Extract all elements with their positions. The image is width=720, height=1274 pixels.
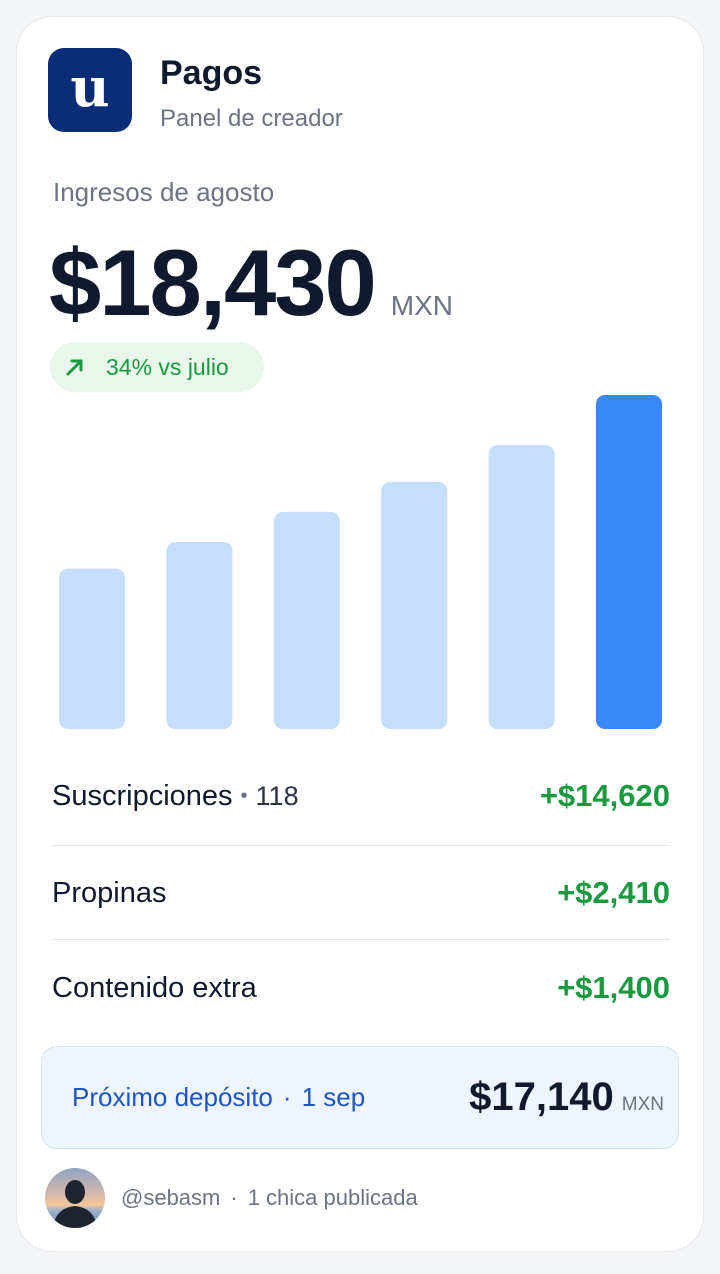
footer-text: @sebasm · 1 chica publicada	[121, 1185, 418, 1211]
chart-bar-2	[166, 541, 233, 729]
breakdown-name: Propinas	[52, 876, 167, 909]
breakdown-row-contenido-extra[interactable]: Contenido extra +$1,400	[52, 941, 670, 1035]
chart-bar-3	[273, 511, 340, 729]
earnings-bar-chart	[59, 395, 662, 729]
breakdown-row-suscripciones[interactable]: Suscripciones • 118 +$14,620	[52, 749, 670, 843]
chart-bar-6	[596, 395, 662, 729]
total-amount: $18,430	[49, 230, 377, 335]
change-badge: 34% vs julio	[50, 342, 264, 392]
app-subtitle: Panel de creador	[160, 105, 343, 132]
chart-bar-4	[381, 481, 448, 729]
breakdown-amount: +$14,620	[539, 778, 670, 813]
app-logo: u	[48, 48, 132, 132]
separator-dot: •	[240, 785, 248, 808]
deposit-amount: $17,140	[469, 1075, 614, 1119]
change-text: 34% vs julio	[106, 353, 229, 380]
breakdown-row-propinas[interactable]: Propinas +$2,410	[52, 846, 670, 940]
breakdown-count: 118	[255, 780, 299, 811]
avatar-image	[45, 1168, 105, 1228]
total-amount-row: $18,430 MXN	[49, 229, 453, 337]
deposit-currency: MXN	[621, 1094, 664, 1115]
avatar[interactable]	[45, 1168, 105, 1228]
creator-handle: @sebasm	[121, 1185, 221, 1210]
chart-bar-1	[59, 568, 125, 729]
logo-letter: u	[70, 55, 110, 119]
breakdown-amount: +$2,410	[557, 875, 670, 910]
separator-dot: ·	[230, 1185, 238, 1210]
breakdown-name: Contenido extra	[52, 971, 257, 1004]
earnings-card: u Pagos Panel de creador Ingresos de ago…	[16, 16, 704, 1252]
breakdown-amount: +$1,400	[557, 970, 670, 1005]
total-currency: MXN	[390, 290, 454, 321]
footer-note: 1 chica publicada	[247, 1185, 418, 1210]
deposit-date: 1 sep	[301, 1082, 366, 1112]
divider	[52, 939, 670, 940]
period-label: Ingresos de agosto	[53, 177, 275, 207]
arrow-up-right-icon	[66, 359, 83, 376]
breakdown-name: Suscripciones	[52, 779, 233, 812]
deposit-label: Próximo depósito	[72, 1082, 273, 1112]
chart-bar-5	[488, 445, 555, 729]
separator-dot: ·	[282, 1082, 292, 1112]
app-title: Pagos	[160, 54, 263, 92]
next-deposit-banner[interactable]: Próximo depósito · 1 sep $17,140 MXN	[41, 1046, 679, 1149]
